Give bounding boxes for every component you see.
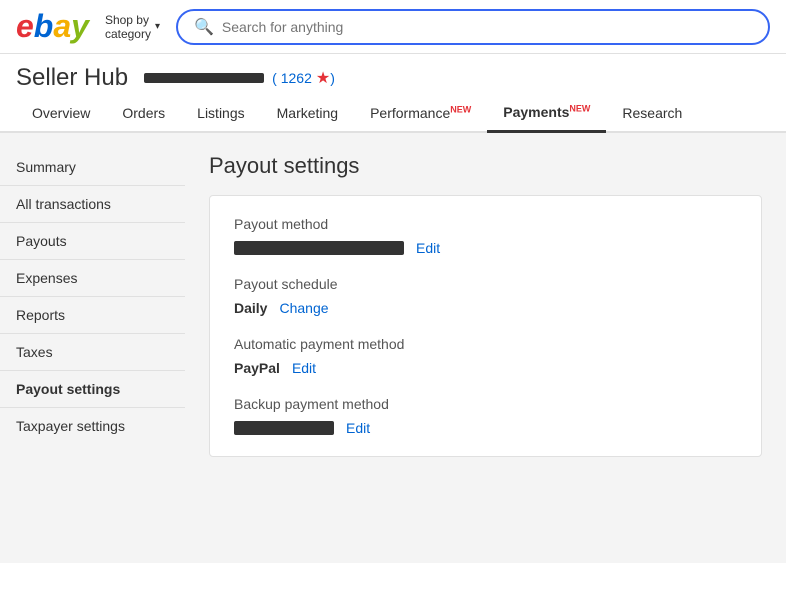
feedback-close: ) (330, 70, 335, 86)
tab-research-label: Research (622, 105, 682, 121)
automatic-payment-value: PayPal (234, 360, 280, 376)
tab-payments[interactable]: PaymentsNEW (487, 96, 606, 133)
backup-payment-masked (234, 421, 334, 435)
tab-listings-label: Listings (197, 105, 244, 121)
tab-performance-label: Performance (370, 105, 450, 121)
shop-by-label: Shop bycategory (105, 13, 151, 41)
sidebar-item-taxes[interactable]: Taxes (0, 334, 185, 371)
payout-method-edit-button[interactable]: Edit (416, 240, 440, 256)
chevron-down-icon: ▾ (155, 21, 160, 32)
payout-schedule-section: Payout schedule Daily Change (234, 276, 737, 316)
backup-payment-edit-button[interactable]: Edit (346, 420, 370, 436)
ebay-logo[interactable]: e b a y (16, 8, 89, 45)
seller-hub-title: Seller Hub (16, 64, 128, 92)
payout-schedule-label: Payout schedule (234, 276, 737, 292)
tab-marketing[interactable]: Marketing (261, 97, 354, 131)
sidebar-item-payout-settings-label: Payout settings (16, 381, 120, 397)
payments-new-badge: NEW (569, 103, 590, 113)
sidebar: Summary All transactions Payouts Expense… (0, 133, 185, 563)
sidebar-item-summary[interactable]: Summary (0, 149, 185, 186)
feedback-count[interactable]: ( (272, 70, 277, 86)
automatic-payment-label: Automatic payment method (234, 336, 737, 352)
payout-method-section: Payout method Edit (234, 216, 737, 256)
search-icon: 🔍 (194, 17, 214, 37)
payout-method-masked (234, 241, 404, 255)
logo-a: a (53, 8, 71, 45)
shop-by-category[interactable]: Shop bycategory ▾ (105, 13, 160, 41)
payout-settings-card: Payout method Edit Payout schedule Daily… (209, 195, 762, 457)
tab-overview[interactable]: Overview (16, 97, 106, 131)
nav-tabs: Overview Orders Listings Marketing Perfo… (0, 96, 786, 133)
sidebar-item-all-transactions-label: All transactions (16, 196, 111, 212)
site-header: e b a y Shop bycategory ▾ 🔍 (0, 0, 786, 54)
automatic-payment-edit-button[interactable]: Edit (292, 360, 316, 376)
tab-listings[interactable]: Listings (181, 97, 260, 131)
performance-new-badge: NEW (450, 104, 471, 114)
sidebar-item-payouts[interactable]: Payouts (0, 223, 185, 260)
logo-b: b (34, 8, 54, 45)
feedback-number[interactable]: 1262 (281, 70, 312, 86)
automatic-payment-row: PayPal Edit (234, 360, 737, 376)
backup-payment-section: Backup payment method Edit (234, 396, 737, 436)
main-layout: Summary All transactions Payouts Expense… (0, 133, 786, 563)
sidebar-item-reports-label: Reports (16, 307, 65, 323)
tab-payments-label: Payments (503, 104, 569, 120)
feedback-bar (144, 73, 264, 83)
sidebar-item-reports[interactable]: Reports (0, 297, 185, 334)
star-icon[interactable]: ★ (316, 68, 330, 88)
payout-method-label: Payout method (234, 216, 737, 232)
payout-schedule-change-button[interactable]: Change (279, 300, 328, 316)
sidebar-item-payout-settings[interactable]: Payout settings (0, 371, 185, 408)
sidebar-item-taxpayer-settings[interactable]: Taxpayer settings (0, 408, 185, 444)
tab-overview-label: Overview (32, 105, 90, 121)
backup-payment-row: Edit (234, 420, 737, 436)
payout-schedule-row: Daily Change (234, 300, 737, 316)
tab-orders[interactable]: Orders (106, 97, 181, 131)
sidebar-item-payouts-label: Payouts (16, 233, 67, 249)
payout-method-row: Edit (234, 240, 737, 256)
seller-hub-bar: Seller Hub ( 1262 ★ ) (0, 54, 786, 96)
logo-y: y (71, 8, 89, 45)
seller-hub-bar-right: ( 1262 ★ ) (144, 68, 339, 88)
automatic-payment-section: Automatic payment method PayPal Edit (234, 336, 737, 376)
tab-research[interactable]: Research (606, 97, 698, 131)
page-title: Payout settings (209, 153, 762, 179)
search-input[interactable] (222, 19, 752, 35)
sidebar-item-summary-label: Summary (16, 159, 76, 175)
sidebar-item-taxes-label: Taxes (16, 344, 53, 360)
tab-performance[interactable]: PerformanceNEW (354, 97, 487, 131)
payout-schedule-value: Daily (234, 300, 267, 316)
sidebar-item-expenses-label: Expenses (16, 270, 77, 286)
main-content: Payout settings Payout method Edit Payou… (185, 133, 786, 563)
backup-payment-label: Backup payment method (234, 396, 737, 412)
tab-orders-label: Orders (122, 105, 165, 121)
tab-marketing-label: Marketing (277, 105, 338, 121)
sidebar-item-taxpayer-settings-label: Taxpayer settings (16, 418, 125, 434)
sidebar-item-all-transactions[interactable]: All transactions (0, 186, 185, 223)
sidebar-item-expenses[interactable]: Expenses (0, 260, 185, 297)
logo-e: e (16, 8, 34, 45)
search-bar[interactable]: 🔍 (176, 9, 770, 45)
